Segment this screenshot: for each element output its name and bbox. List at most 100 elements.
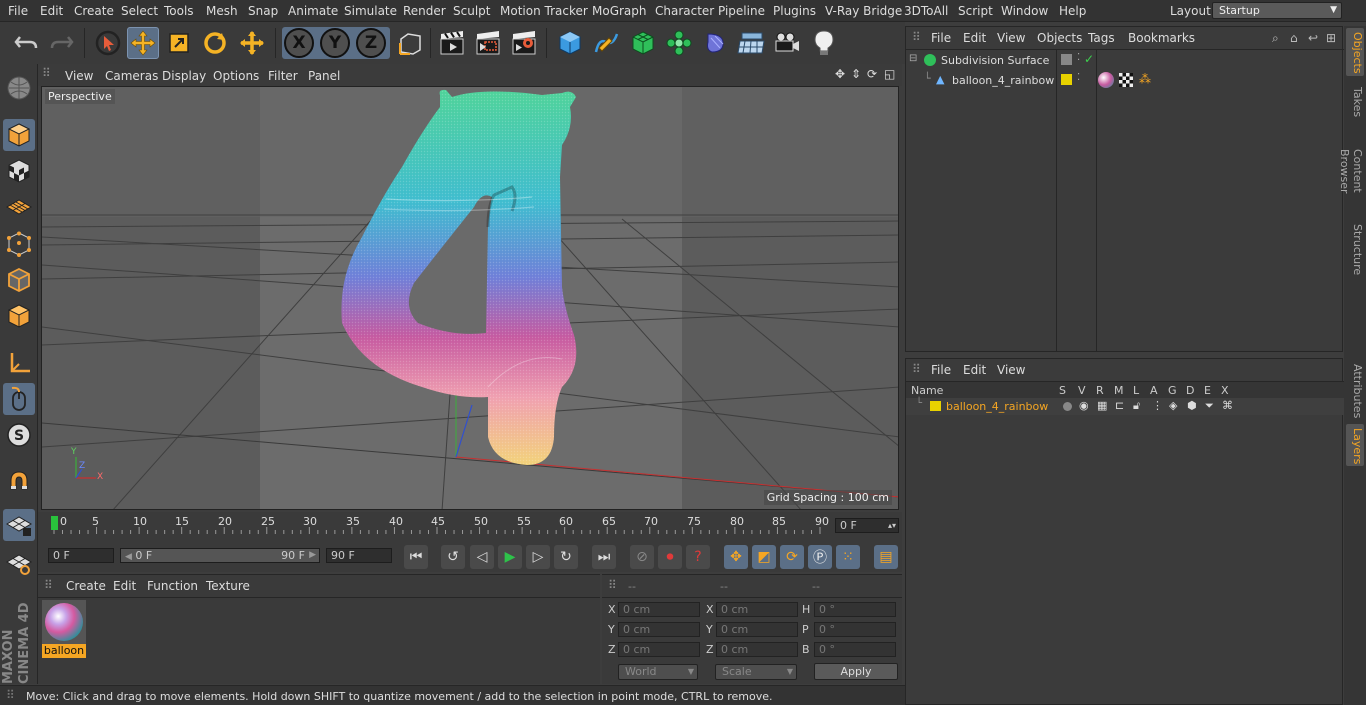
perspective-viewport[interactable]: Y Z X Perspective Grid Spacing : 100 cm [41, 86, 899, 510]
material-menu-function[interactable]: Function [147, 579, 198, 593]
menu-animate[interactable]: Animate [288, 4, 338, 18]
timeline-ruler[interactable]: 0 5 10 15 20 25 30 35 40 45 50 55 60 65 … [38, 512, 902, 542]
layer-name[interactable]: balloon_4_rainbow [946, 400, 1048, 413]
next-keyframe-button[interactable]: ↻ [554, 545, 578, 569]
key-parameter-button[interactable]: Ⓟ [808, 545, 832, 569]
animation-icon[interactable]: ⋮ [1152, 399, 1163, 412]
position-y-field[interactable]: 0 cm [618, 622, 700, 637]
layout-select[interactable]: Startup ▼ [1212, 2, 1342, 19]
zoom-view-icon[interactable]: ⇕ [851, 67, 861, 81]
keyframe-selection-button[interactable]: ? [686, 545, 710, 569]
frame-range-slider[interactable]: ◀ 0 F 90 F ▶ [120, 548, 320, 563]
record-keys-button[interactable]: ⊘ [630, 545, 654, 569]
generator-icon[interactable]: ◈ [1169, 399, 1177, 412]
z-axis-lock-button[interactable]: Z [356, 28, 386, 58]
x-axis-lock-button[interactable]: X [284, 28, 314, 58]
objects-menu-tags[interactable]: Tags [1088, 31, 1115, 45]
move-tool-button[interactable] [127, 27, 159, 59]
autokeying-button[interactable]: ⏺ [658, 545, 682, 569]
column-visible[interactable]: V [1078, 384, 1086, 397]
tab-attributes[interactable]: Attributes [1346, 360, 1364, 420]
previous-frame-button[interactable]: ◁ [470, 545, 494, 569]
layers-menu-view[interactable]: View [997, 363, 1025, 377]
planar-workplane-button[interactable] [3, 547, 35, 579]
menu-help[interactable]: Help [1059, 4, 1086, 18]
size-mode-select[interactable]: Scale ▼ [715, 664, 797, 680]
menu-create[interactable]: Create [74, 4, 114, 18]
size-x-field[interactable]: 0 cm [716, 602, 798, 617]
add-environment-button[interactable] [735, 27, 767, 59]
add-spline-pen-button[interactable] [590, 27, 622, 59]
go-to-start-button[interactable]: ⏮ [404, 545, 428, 569]
workplane-lock-button[interactable] [3, 509, 35, 541]
add-mograph-cloner-button[interactable] [663, 27, 695, 59]
tab-takes[interactable]: Takes [1346, 82, 1364, 122]
search-icon[interactable]: ⌕ [1272, 31, 1279, 46]
menu-vray-bridge[interactable]: V-Ray Bridge [825, 4, 902, 18]
object-row[interactable]: └ ▲ balloon_4_rainbow ⁚ ⁂ [906, 72, 1344, 90]
back-icon[interactable]: ↩ [1308, 31, 1318, 45]
scale-tool-button[interactable] [163, 27, 195, 59]
make-editable-button[interactable] [3, 72, 35, 104]
menu-mesh[interactable]: Mesh [206, 4, 238, 18]
rotation-p-field[interactable]: 0 ° [814, 622, 896, 637]
texture-mode-button[interactable] [3, 155, 35, 187]
layer-color-icon[interactable] [1061, 74, 1072, 85]
current-frame-marker[interactable] [51, 516, 58, 530]
column-render[interactable]: R [1096, 384, 1104, 397]
objects-menu-view[interactable]: View [997, 31, 1025, 45]
workplane-mode-button[interactable] [3, 191, 35, 223]
menu-edit[interactable]: Edit [40, 4, 63, 18]
material-menu-create[interactable]: Create [66, 579, 106, 593]
menu-file[interactable]: File [8, 4, 28, 18]
redo-button[interactable] [46, 27, 78, 59]
layer-row[interactable]: └ balloon_4_rainbow ◉ ▦ ⊏ 🔓︎ ⋮ ◈ ⬢ ⏷ ⌘ [906, 398, 1344, 415]
tree-expand-icon[interactable]: ⊟ [909, 53, 917, 64]
add-deformer-button[interactable] [699, 27, 731, 59]
xref-icon[interactable]: ⌘ [1222, 399, 1233, 412]
menu-sculpt[interactable]: Sculpt [453, 4, 490, 18]
undo-button[interactable] [10, 27, 42, 59]
edges-mode-button[interactable] [3, 264, 35, 296]
column-xref[interactable]: X [1221, 384, 1229, 397]
column-generators[interactable]: G [1168, 384, 1177, 397]
column-solo[interactable]: S [1059, 384, 1066, 397]
rotate-tool-button[interactable] [199, 27, 231, 59]
editor-visibility-icon[interactable] [1061, 54, 1072, 65]
render-settings-button[interactable] [508, 27, 540, 59]
timeline-window-button[interactable]: ▤ [874, 545, 898, 569]
column-locked[interactable]: L [1133, 384, 1139, 397]
objects-menu-objects[interactable]: Objects [1037, 31, 1082, 45]
viewport-menu-panel[interactable]: Panel [308, 69, 340, 83]
material-swatch-balloon[interactable]: balloon [42, 600, 86, 658]
home-icon[interactable]: ⌂ [1290, 31, 1298, 45]
menu-character[interactable]: Character [655, 4, 714, 18]
size-y-field[interactable]: 0 cm [716, 622, 798, 637]
tab-objects[interactable]: Objects [1346, 28, 1364, 76]
menu-script[interactable]: Script [958, 4, 993, 18]
next-frame-button[interactable]: ▷ [526, 545, 550, 569]
enabled-check-icon[interactable]: ✓ [1084, 52, 1094, 66]
menu-simulate[interactable]: Simulate [344, 4, 397, 18]
points-mode-button[interactable] [3, 228, 35, 260]
object-row[interactable]: ⊟ Subdivision Surface ⁚ ✓ [906, 52, 1344, 70]
layers-menu-edit[interactable]: Edit [963, 363, 986, 377]
render-region-button[interactable] [472, 27, 504, 59]
add-cube-button[interactable] [554, 27, 586, 59]
solo-mode-button[interactable]: S [3, 419, 35, 451]
material-menu-texture[interactable]: Texture [206, 579, 250, 593]
material-menu-edit[interactable]: Edit [113, 579, 136, 593]
rotation-b-field[interactable]: 0 ° [814, 642, 896, 657]
size-z-field[interactable]: 0 cm [716, 642, 798, 657]
key-scale-button[interactable]: ◩ [752, 545, 776, 569]
y-axis-lock-button[interactable]: Y [320, 28, 350, 58]
axis-mode-button[interactable] [3, 347, 35, 379]
play-button[interactable]: ▶ [498, 545, 522, 569]
viewport-menu-cameras[interactable]: Cameras [105, 69, 158, 83]
menu-select[interactable]: Select [121, 4, 158, 18]
apply-button[interactable]: Apply [814, 663, 898, 680]
model-mode-button[interactable] [3, 119, 35, 151]
eye-icon[interactable]: ◉ [1079, 399, 1089, 412]
viewport-menu-display[interactable]: Display [162, 69, 206, 83]
selection-tag-icon[interactable]: ⁂ [1139, 72, 1151, 86]
